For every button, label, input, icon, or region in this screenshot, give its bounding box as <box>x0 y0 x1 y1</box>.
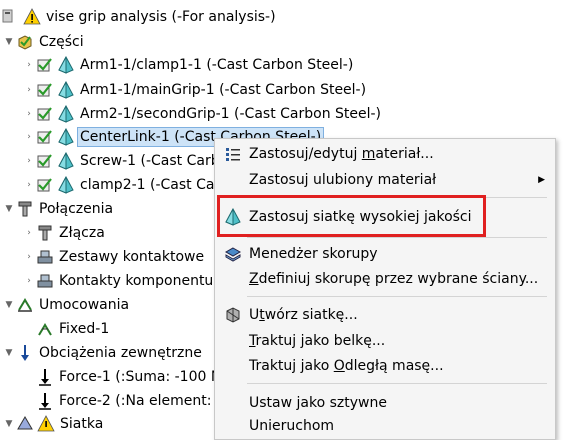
tree-item-label: Arm2-1/secondGrip-1 (-Cast Carbon Steel-… <box>80 106 382 122</box>
bolt-icon <box>16 200 34 218</box>
part-check-icon <box>36 105 54 123</box>
tree-root[interactable]: vise grip analysis (-For analysis-) <box>2 5 278 29</box>
tree-item-label: Połączenia <box>39 201 114 217</box>
menu-separator <box>247 197 547 198</box>
tree-item-label: Screw-1 (-Cast Carb <box>80 153 220 169</box>
bolt-icon <box>36 224 54 242</box>
chevron-right-icon[interactable]: › <box>22 60 36 70</box>
tree-item-external-loads[interactable]: ▼ Obciążenia zewnętrzne <box>2 341 204 365</box>
tree-item-part[interactable]: › clamp2-1 (-Cast Carb <box>22 173 231 197</box>
tree-item-mesh[interactable]: ▼ Siatka <box>2 412 105 436</box>
study-icon <box>2 8 20 26</box>
load-icon <box>16 344 34 362</box>
tree-item-parts[interactable]: ▼ Części <box>2 30 86 54</box>
menu-item-define-shell[interactable]: Zdefiniuj skorupę przez wybrane ściany..… <box>215 266 555 292</box>
contact-icon <box>36 272 54 290</box>
part-check-icon <box>36 176 54 194</box>
layers-icon <box>221 244 245 264</box>
chevron-right-icon[interactable]: › <box>22 156 36 166</box>
tree-item-label: Siatka <box>60 416 104 432</box>
tree-item-label: Obciążenia zewnętrzne <box>39 345 202 361</box>
chevron-right-icon[interactable]: › <box>22 132 36 142</box>
tree-item-contact-sets[interactable]: › Zestawy kontaktowe <box>22 245 206 269</box>
menu-item-favorite-material[interactable]: Zastosuj ulubiony materiał ▶ <box>215 167 555 193</box>
chevron-right-icon[interactable]: › <box>22 276 36 286</box>
tree-item-label: Arm1-1/clamp1-1 (-Cast Carbon Steel-) <box>80 57 354 73</box>
fixed-geometry-icon <box>36 320 54 338</box>
part-check-icon <box>36 128 54 146</box>
tree-item-part[interactable]: › Screw-1 (-Cast Carb <box>22 149 222 173</box>
force-arrow-icon <box>36 392 54 410</box>
solid-body-icon <box>57 128 75 146</box>
solid-body-icon <box>221 207 245 227</box>
menu-item-treat-as-remote-mass[interactable]: Traktuj jako Odległą masę... <box>215 353 555 379</box>
tree-item-label: Force-2 (:Na element: <box>59 393 212 409</box>
part-check-icon <box>36 81 54 99</box>
context-menu: Zastosuj/edytuj materiał... Zastosuj ulu… <box>214 138 556 440</box>
solid-body-icon <box>57 176 75 194</box>
chevron-down-icon[interactable]: ▼ <box>2 419 16 429</box>
menu-item-immobilize[interactable]: Unieruchom <box>215 413 555 439</box>
fixture-icon <box>16 296 34 314</box>
list-icon <box>221 144 245 164</box>
tree-item-part[interactable]: › Arm2-1/secondGrip-1 (-Cast Carbon Stee… <box>22 102 383 126</box>
tree-item-force-1[interactable]: Force-1 (:Suma: -100 N <box>22 365 223 389</box>
chevron-right-icon[interactable]: › <box>22 180 36 190</box>
tree-item-force-2[interactable]: Force-2 (:Na element: <box>22 389 213 413</box>
tree-item-component-contacts[interactable]: › Kontakty komponentu <box>22 269 215 293</box>
chevron-down-icon[interactable]: ▼ <box>2 300 16 310</box>
tree-item-part[interactable]: › Arm1-1/clamp1-1 (-Cast Carbon Steel-) <box>22 53 355 77</box>
part-check-icon <box>36 56 54 74</box>
chevron-right-icon[interactable]: › <box>22 252 36 262</box>
submenu-arrow-icon: ▶ <box>538 175 545 185</box>
menu-item-create-mesh[interactable]: Utwórz siatkę... <box>215 302 555 328</box>
tree-root-label: vise grip analysis (-For analysis-) <box>46 9 276 25</box>
solid-body-icon <box>57 81 75 99</box>
chevron-right-icon[interactable]: › <box>22 228 36 238</box>
chevron-down-icon[interactable]: ▼ <box>2 37 16 47</box>
menu-separator <box>247 237 547 238</box>
tree-item-label: Force-1 (:Suma: -100 N <box>59 369 222 385</box>
mesh-cube-icon <box>221 305 245 325</box>
menu-separator <box>247 296 547 297</box>
tree-item-label: Fixed-1 <box>59 321 110 337</box>
menu-item-apply-edit-material[interactable]: Zastosuj/edytuj materiał... <box>215 141 555 167</box>
tree-item-label: Umocowania <box>39 297 130 313</box>
tree-item-part[interactable]: › Arm1-1/mainGrip-1 (-Cast Carbon Steel-… <box>22 78 368 102</box>
tree-item-label: clamp2-1 (-Cast Carb <box>80 177 230 193</box>
menu-separator <box>247 383 547 384</box>
chevron-down-icon[interactable]: ▼ <box>2 348 16 358</box>
menu-item-treat-as-beam[interactable]: Traktuj jako belkę... <box>215 328 555 354</box>
menu-item-high-quality-mesh[interactable]: Zastosuj siatkę wysokiej jakości <box>215 204 555 230</box>
chevron-down-icon[interactable]: ▼ <box>2 204 16 214</box>
part-check-icon <box>36 152 54 170</box>
warning-icon <box>23 8 41 26</box>
tree-item-label: Kontakty komponentu <box>59 273 214 289</box>
chevron-right-icon[interactable]: › <box>22 109 36 119</box>
warning-icon <box>37 415 55 433</box>
force-arrow-icon <box>36 368 54 386</box>
chevron-right-icon[interactable]: › <box>22 85 36 95</box>
tree-item-label: Arm1-1/mainGrip-1 (-Cast Carbon Steel-) <box>80 82 367 98</box>
tree-item-label: Części <box>39 34 84 50</box>
tree-item-label: Złącza <box>59 225 105 241</box>
solid-body-icon <box>57 56 75 74</box>
tree-item-fixtures[interactable]: ▼ Umocowania <box>2 293 131 317</box>
tree-item-label: Zestawy kontaktowe <box>59 249 205 265</box>
solid-body-icon <box>57 105 75 123</box>
menu-item-shell-manager[interactable]: Menedżer skorupy <box>215 241 555 267</box>
tree-item-connectors[interactable]: › Złącza <box>22 221 107 245</box>
contact-icon <box>36 248 54 266</box>
parts-folder-icon <box>16 33 34 51</box>
solid-body-icon <box>57 152 75 170</box>
mesh-icon <box>16 415 34 433</box>
tree-item-fixed[interactable]: Fixed-1 <box>22 317 111 341</box>
tree-item-connections[interactable]: ▼ Połączenia <box>2 197 115 221</box>
